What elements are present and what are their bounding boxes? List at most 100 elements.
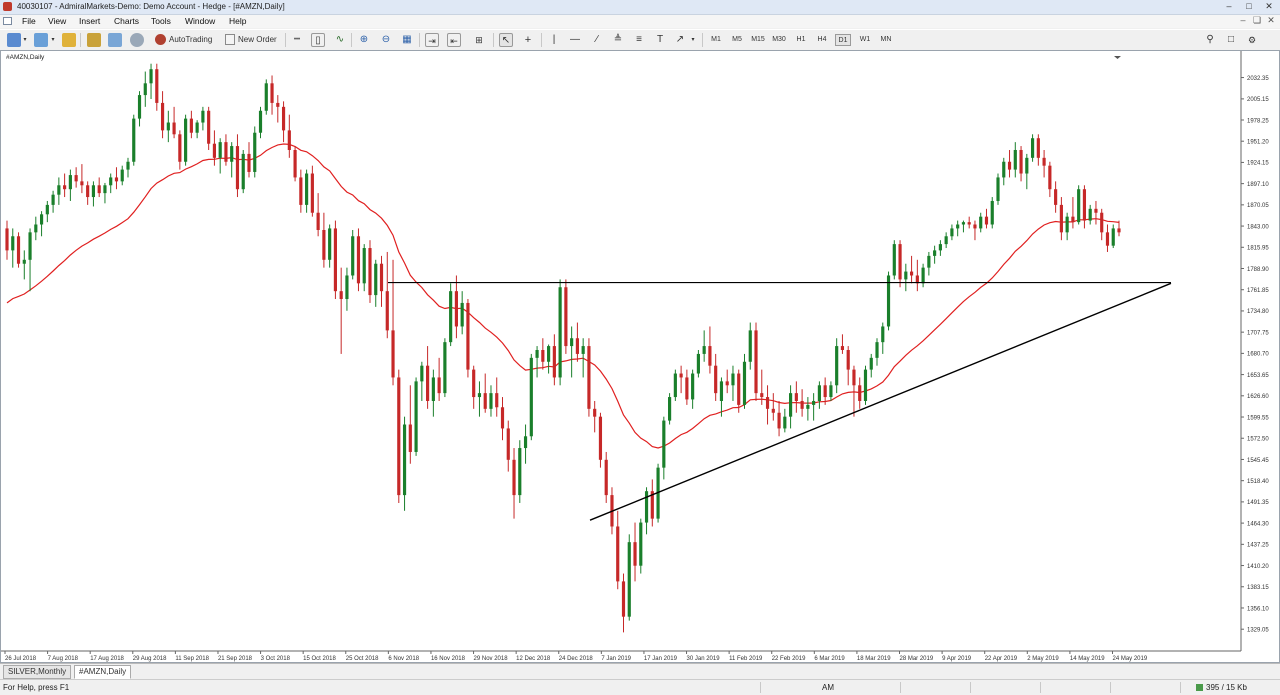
candle-body (258, 110, 263, 133)
profiles-icon[interactable] (34, 33, 48, 47)
menu-file[interactable]: File (22, 16, 36, 26)
mdi-close-icon[interactable]: ✕ (1266, 15, 1276, 26)
candle-body (114, 177, 119, 182)
app-icon (3, 2, 12, 11)
trendline-icon[interactable]: ∕ (590, 33, 604, 47)
candle-body (362, 248, 366, 284)
mdi-restore-icon[interactable]: ❏ (1252, 15, 1262, 26)
terminal-icon[interactable] (130, 33, 144, 47)
candle-body (351, 236, 355, 276)
connection-status-icon (1196, 684, 1203, 691)
tab-amzn-daily[interactable]: #AMZN,Daily (74, 665, 132, 679)
price-tick-label: 1680.70 (1247, 352, 1269, 358)
candlestick-icon[interactable]: ▯ (311, 33, 325, 47)
candle-body (137, 95, 142, 119)
candle-body (1065, 216, 1069, 233)
chart-tabs: SILVER,Monthly #AMZN,Daily (0, 663, 1280, 679)
candle-body (402, 424, 407, 496)
menu-insert[interactable]: Insert (79, 16, 100, 26)
chart-shift-icon[interactable]: ⇤ (447, 33, 461, 47)
menu-help[interactable]: Help (229, 16, 246, 26)
channel-icon[interactable]: ≜ (611, 33, 625, 47)
cursor-icon[interactable]: ↖ (499, 33, 513, 47)
candle-body (339, 291, 343, 300)
chat-icon[interactable]: □ (1224, 33, 1238, 47)
candle-body (1111, 228, 1115, 246)
candle-body (506, 428, 510, 460)
tile-windows-icon[interactable]: ▦ (400, 33, 414, 47)
price-tick-label: 1626.60 (1247, 394, 1269, 400)
settings-icon[interactable]: ⚙ (1245, 33, 1259, 47)
zoom-out-icon[interactable]: ⊖ (379, 33, 393, 47)
menu-tools[interactable]: Tools (151, 16, 171, 26)
profiles-dropdown-icon[interactable]: ▾ (50, 33, 56, 47)
zoom-in-icon[interactable]: ⊕ (357, 33, 371, 47)
timeframe-m15[interactable]: M15 (750, 34, 766, 46)
mdi-minimize-icon[interactable]: – (1238, 15, 1248, 26)
timeframe-h1[interactable]: H1 (793, 34, 809, 46)
menu-view[interactable]: View (48, 16, 66, 26)
timeframe-d1[interactable]: D1 (835, 34, 851, 46)
auto-scroll-icon[interactable]: ⇥ (425, 33, 439, 47)
menu-window[interactable]: Window (185, 16, 215, 26)
candle-body (691, 373, 695, 400)
timeframe-mn[interactable]: MN (878, 34, 894, 46)
candle-body (45, 204, 49, 215)
new-chart-dropdown-icon[interactable]: ▾ (22, 33, 28, 47)
candle-body (426, 365, 430, 401)
search-icon[interactable]: ⚲ (1203, 33, 1217, 47)
candle-body (160, 102, 165, 131)
candle-body (875, 342, 879, 358)
candle-body (829, 385, 833, 398)
timeframe-w1[interactable]: W1 (857, 34, 873, 46)
arrows-icon[interactable]: ↗ (673, 33, 687, 47)
new-order-button[interactable]: New Order (223, 33, 283, 47)
autotrading-button[interactable]: AutoTrading (153, 33, 221, 47)
candle-body (201, 110, 205, 123)
text-icon[interactable]: T (653, 33, 667, 47)
data-window-icon[interactable] (87, 33, 101, 47)
candle-body (322, 229, 326, 260)
candle-body (904, 271, 908, 280)
vertical-line-icon[interactable]: | (547, 33, 561, 47)
chart-window-icon[interactable] (3, 17, 12, 25)
minimize-button[interactable]: – (1220, 0, 1238, 12)
bar-chart-icon[interactable]: ┅ (290, 33, 304, 47)
fibonacci-icon[interactable]: ≡ (632, 33, 646, 47)
market-watch-icon[interactable] (62, 33, 76, 47)
candle-body (86, 185, 90, 198)
timeframe-m30[interactable]: M30 (771, 34, 787, 46)
timeframe-h4[interactable]: H4 (814, 34, 830, 46)
line-chart-icon[interactable]: ∿ (333, 33, 347, 47)
timeframe-m5[interactable]: M5 (729, 34, 745, 46)
chart-window[interactable]: #AMZN,Daily 2032.35 2005.15 1978.25 1951.20… (0, 50, 1280, 663)
candle-body (898, 244, 902, 280)
menu-charts[interactable]: Charts (114, 16, 139, 26)
price-chart[interactable]: #AMZN,Daily 2032.35 2005.15 1978.25 1951.20… (1, 51, 1279, 662)
candle-body (230, 146, 234, 162)
title-bar: 40030107 - AdmiralMarkets-Demo: Demo Acc… (0, 0, 1280, 15)
close-button[interactable]: ✕ (1260, 0, 1278, 12)
candle-body (696, 353, 700, 374)
candle-body (512, 459, 516, 496)
timeframe-m1[interactable]: M1 (708, 34, 724, 46)
tab-silver-monthly[interactable]: SILVER,Monthly (3, 665, 72, 679)
candle-body (673, 373, 677, 398)
time-tick-label: 17 Jan 2019 (644, 656, 678, 662)
new-chart-icon[interactable] (7, 33, 21, 47)
candle-body (564, 287, 568, 347)
navigator-icon[interactable] (108, 33, 122, 47)
candle-body (287, 130, 291, 150)
price-tick-label: 1545.45 (1247, 458, 1269, 464)
horizontal-line-icon[interactable]: — (568, 33, 582, 47)
indicators-icon[interactable]: ⊞ (472, 33, 486, 47)
candle-body (454, 291, 458, 327)
time-tick-label: 18 Mar 2019 (857, 656, 891, 662)
candle-body (967, 222, 971, 225)
maximize-button[interactable]: □ (1240, 0, 1258, 12)
status-bar: For Help, press F1 AM 395 / 15 Kb (0, 679, 1280, 695)
candle-body (437, 377, 441, 394)
crosshair-icon[interactable]: + (521, 33, 535, 47)
shapes-dropdown-icon[interactable]: ▾ (690, 33, 696, 47)
candle-body (189, 118, 193, 133)
